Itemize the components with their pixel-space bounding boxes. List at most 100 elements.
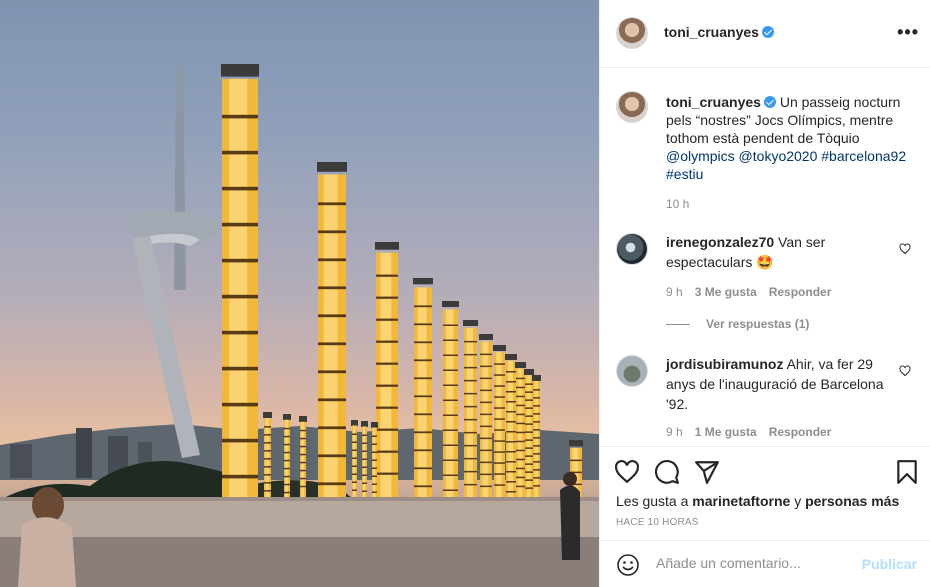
column-band — [480, 413, 492, 416]
caption-username[interactable]: toni_cruanyes — [666, 94, 761, 110]
caption-time[interactable]: 10 h — [666, 197, 689, 211]
column-band — [300, 485, 306, 488]
column-band — [362, 434, 367, 436]
comment-likes[interactable]: 3 Me gusta — [695, 285, 757, 299]
column-band — [284, 491, 290, 494]
comment-meta: 9 h 1 Me gusta Responder — [666, 425, 831, 439]
column-band — [506, 391, 516, 393]
comment-input[interactable] — [656, 555, 856, 571]
column-cap — [283, 414, 291, 420]
comment-username[interactable]: jordisubiramunoz — [666, 356, 783, 372]
comment-icon[interactable] — [654, 459, 680, 485]
column-band — [494, 429, 505, 431]
heart-icon[interactable] — [614, 459, 640, 485]
column-band — [533, 397, 540, 399]
column-band — [318, 342, 346, 346]
column-band — [494, 440, 505, 442]
column-band — [362, 450, 367, 452]
column-band — [464, 353, 477, 356]
verified-badge-icon — [761, 26, 774, 38]
column-band — [480, 473, 492, 476]
column-band — [264, 426, 271, 428]
column-band — [376, 318, 398, 321]
column-band — [464, 457, 477, 460]
column-band — [516, 467, 525, 470]
column-cap — [493, 345, 506, 351]
likes-conj: y — [794, 493, 802, 509]
column-band — [506, 461, 516, 463]
column-band — [494, 484, 505, 486]
reply-button[interactable]: Responder — [769, 285, 832, 299]
column-band — [222, 150, 258, 155]
column-cap — [351, 420, 358, 426]
column-band — [570, 459, 582, 462]
caption-tags[interactable]: @olympics @tokyo2020 #barcelona92 #estiu — [666, 148, 906, 182]
column-band — [533, 429, 540, 431]
view-replies-button[interactable]: Ver respuestas (1) — [666, 317, 809, 331]
column-band — [533, 413, 540, 415]
column-cap — [361, 421, 368, 427]
column-band — [443, 429, 458, 431]
author-username[interactable]: toni_cruanyes — [664, 24, 759, 40]
paper-plane-icon[interactable] — [694, 459, 720, 485]
comment-likes[interactable]: 1 Me gusta — [695, 425, 757, 439]
column-band — [525, 463, 533, 465]
column-band — [443, 489, 458, 491]
column-band — [506, 481, 516, 483]
column-glow — [301, 421, 305, 497]
more-options-icon[interactable]: ••• — [897, 22, 919, 43]
commenter-avatar[interactable] — [616, 233, 648, 265]
column-band — [264, 450, 271, 452]
column-band — [222, 366, 258, 371]
column-band — [318, 286, 346, 290]
column-cap — [505, 354, 517, 360]
column-band — [300, 453, 306, 456]
column-glow — [229, 78, 248, 498]
bookmark-icon[interactable] — [894, 459, 920, 485]
column-band — [352, 481, 357, 483]
post-photo[interactable] — [0, 0, 599, 587]
column-band — [414, 431, 432, 434]
posted-time[interactable]: HACE 10 HORAS — [616, 517, 699, 528]
column-band — [376, 472, 398, 475]
likes-others[interactable]: personas más — [805, 493, 899, 509]
column-band — [414, 341, 432, 344]
column-band — [362, 474, 367, 476]
column-band — [372, 451, 377, 453]
caption-avatar[interactable] — [616, 91, 648, 123]
column-band — [222, 186, 258, 191]
comment-like-icon[interactable] — [899, 365, 911, 377]
column-band — [480, 449, 492, 452]
comment: irenegonzalez70 Van ser espectaculars 🤩 — [666, 232, 896, 272]
column-band — [284, 475, 290, 478]
comment-like-icon[interactable] — [899, 243, 911, 255]
column-band — [376, 296, 398, 299]
comment-time[interactable]: 9 h — [666, 425, 683, 439]
author-avatar[interactable] — [616, 17, 648, 49]
column-band — [464, 366, 477, 369]
column-band — [352, 473, 357, 475]
commenter-avatar[interactable] — [616, 355, 648, 387]
reply-button[interactable]: Responder — [769, 425, 832, 439]
column-band — [494, 396, 505, 398]
smiley-icon[interactable] — [616, 553, 640, 577]
publish-button[interactable]: Publicar — [862, 556, 917, 572]
column-band — [494, 407, 505, 409]
column-band — [352, 449, 357, 451]
comment-time[interactable]: 9 h — [666, 285, 683, 299]
column-band — [516, 413, 525, 416]
column-band — [494, 473, 505, 475]
column-band — [414, 305, 432, 308]
column-band — [525, 439, 533, 441]
column-band — [525, 487, 533, 489]
column-band — [352, 441, 357, 443]
column-band — [506, 441, 516, 443]
column-band — [464, 392, 477, 395]
column-band — [443, 414, 458, 416]
column-band — [222, 114, 258, 119]
comment-username[interactable]: irenegonzalez70 — [666, 234, 774, 250]
column-cap — [463, 320, 478, 326]
liker-username[interactable]: marinetaftorne — [692, 493, 790, 509]
column-band — [318, 398, 346, 402]
column-cap — [371, 422, 378, 428]
